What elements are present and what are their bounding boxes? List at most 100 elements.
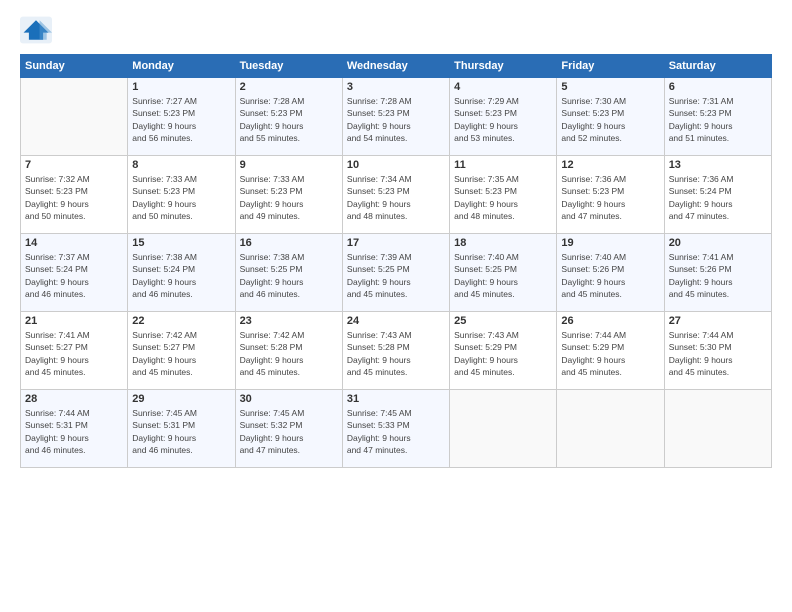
day-number: 25 xyxy=(454,315,552,327)
col-header-friday: Friday xyxy=(557,55,664,78)
day-info: Sunrise: 7:38 AM Sunset: 5:24 PM Dayligh… xyxy=(132,251,230,300)
day-info: Sunrise: 7:42 AM Sunset: 5:27 PM Dayligh… xyxy=(132,329,230,378)
day-info: Sunrise: 7:31 AM Sunset: 5:23 PM Dayligh… xyxy=(669,95,767,144)
cell-5-4: 31 Sunrise: 7:45 AM Sunset: 5:33 PM Dayli… xyxy=(342,390,449,468)
day-info: Sunrise: 7:34 AM Sunset: 5:23 PM Dayligh… xyxy=(347,173,445,222)
day-number: 29 xyxy=(132,393,230,405)
cell-1-2: 1 Sunrise: 7:27 AM Sunset: 5:23 PM Daylig… xyxy=(128,78,235,156)
day-number: 20 xyxy=(669,237,767,249)
day-info: Sunrise: 7:33 AM Sunset: 5:23 PM Dayligh… xyxy=(240,173,338,222)
day-number: 24 xyxy=(347,315,445,327)
cell-5-3: 30 Sunrise: 7:45 AM Sunset: 5:32 PM Dayli… xyxy=(235,390,342,468)
col-header-monday: Monday xyxy=(128,55,235,78)
day-number: 12 xyxy=(561,159,659,171)
header-row: SundayMondayTuesdayWednesdayThursdayFrid… xyxy=(21,55,772,78)
cell-1-4: 3 Sunrise: 7:28 AM Sunset: 5:23 PM Daylig… xyxy=(342,78,449,156)
day-number: 30 xyxy=(240,393,338,405)
cell-2-4: 10 Sunrise: 7:34 AM Sunset: 5:23 PM Dayli… xyxy=(342,156,449,234)
day-info: Sunrise: 7:37 AM Sunset: 5:24 PM Dayligh… xyxy=(25,251,123,300)
cell-4-6: 26 Sunrise: 7:44 AM Sunset: 5:29 PM Dayli… xyxy=(557,312,664,390)
cell-2-5: 11 Sunrise: 7:35 AM Sunset: 5:23 PM Dayli… xyxy=(450,156,557,234)
day-number: 28 xyxy=(25,393,123,405)
week-row-4: 21 Sunrise: 7:41 AM Sunset: 5:27 PM Dayli… xyxy=(21,312,772,390)
logo-icon xyxy=(20,16,52,44)
day-number: 10 xyxy=(347,159,445,171)
cell-2-6: 12 Sunrise: 7:36 AM Sunset: 5:23 PM Dayli… xyxy=(557,156,664,234)
day-number: 1 xyxy=(132,81,230,93)
day-info: Sunrise: 7:44 AM Sunset: 5:30 PM Dayligh… xyxy=(669,329,767,378)
day-info: Sunrise: 7:35 AM Sunset: 5:23 PM Dayligh… xyxy=(454,173,552,222)
day-info: Sunrise: 7:44 AM Sunset: 5:29 PM Dayligh… xyxy=(561,329,659,378)
cell-5-5 xyxy=(450,390,557,468)
cell-4-4: 24 Sunrise: 7:43 AM Sunset: 5:28 PM Dayli… xyxy=(342,312,449,390)
day-number: 2 xyxy=(240,81,338,93)
day-number: 4 xyxy=(454,81,552,93)
day-number: 22 xyxy=(132,315,230,327)
day-info: Sunrise: 7:44 AM Sunset: 5:31 PM Dayligh… xyxy=(25,407,123,456)
day-number: 21 xyxy=(25,315,123,327)
day-info: Sunrise: 7:36 AM Sunset: 5:23 PM Dayligh… xyxy=(561,173,659,222)
page: SundayMondayTuesdayWednesdayThursdayFrid… xyxy=(0,0,792,612)
day-number: 14 xyxy=(25,237,123,249)
col-header-saturday: Saturday xyxy=(664,55,771,78)
day-info: Sunrise: 7:45 AM Sunset: 5:32 PM Dayligh… xyxy=(240,407,338,456)
cell-3-1: 14 Sunrise: 7:37 AM Sunset: 5:24 PM Dayli… xyxy=(21,234,128,312)
cell-4-5: 25 Sunrise: 7:43 AM Sunset: 5:29 PM Dayli… xyxy=(450,312,557,390)
day-info: Sunrise: 7:28 AM Sunset: 5:23 PM Dayligh… xyxy=(240,95,338,144)
day-number: 7 xyxy=(25,159,123,171)
day-number: 9 xyxy=(240,159,338,171)
week-row-1: 1 Sunrise: 7:27 AM Sunset: 5:23 PM Daylig… xyxy=(21,78,772,156)
day-info: Sunrise: 7:42 AM Sunset: 5:28 PM Dayligh… xyxy=(240,329,338,378)
day-number: 26 xyxy=(561,315,659,327)
cell-5-7 xyxy=(664,390,771,468)
day-info: Sunrise: 7:29 AM Sunset: 5:23 PM Dayligh… xyxy=(454,95,552,144)
week-row-2: 7 Sunrise: 7:32 AM Sunset: 5:23 PM Daylig… xyxy=(21,156,772,234)
day-number: 19 xyxy=(561,237,659,249)
cell-2-1: 7 Sunrise: 7:32 AM Sunset: 5:23 PM Daylig… xyxy=(21,156,128,234)
calendar-table: SundayMondayTuesdayWednesdayThursdayFrid… xyxy=(20,54,772,468)
cell-3-4: 17Sunrise: 7:39 AM Sunset: 5:25 PM Dayli… xyxy=(342,234,449,312)
day-info: Sunrise: 7:45 AM Sunset: 5:33 PM Dayligh… xyxy=(347,407,445,456)
day-number: 11 xyxy=(454,159,552,171)
cell-5-2: 29 Sunrise: 7:45 AM Sunset: 5:31 PM Dayli… xyxy=(128,390,235,468)
day-info: Sunrise: 7:28 AM Sunset: 5:23 PM Dayligh… xyxy=(347,95,445,144)
header xyxy=(20,16,772,44)
cell-3-7: 20 Sunrise: 7:41 AM Sunset: 5:26 PM Dayli… xyxy=(664,234,771,312)
day-info: Sunrise: 7:43 AM Sunset: 5:28 PM Dayligh… xyxy=(347,329,445,378)
day-info: Sunrise: 7:33 AM Sunset: 5:23 PM Dayligh… xyxy=(132,173,230,222)
cell-4-3: 23 Sunrise: 7:42 AM Sunset: 5:28 PM Dayli… xyxy=(235,312,342,390)
cell-4-7: 27 Sunrise: 7:44 AM Sunset: 5:30 PM Dayli… xyxy=(664,312,771,390)
cell-5-1: 28 Sunrise: 7:44 AM Sunset: 5:31 PM Dayli… xyxy=(21,390,128,468)
cell-4-1: 21 Sunrise: 7:41 AM Sunset: 5:27 PM Dayli… xyxy=(21,312,128,390)
day-info: Sunrise: 7:39 AM Sunset: 5:25 PM Dayligh… xyxy=(347,251,445,300)
day-number: 27 xyxy=(669,315,767,327)
cell-5-6 xyxy=(557,390,664,468)
day-number: 15 xyxy=(132,237,230,249)
cell-1-7: 6 Sunrise: 7:31 AM Sunset: 5:23 PM Daylig… xyxy=(664,78,771,156)
day-info: Sunrise: 7:30 AM Sunset: 5:23 PM Dayligh… xyxy=(561,95,659,144)
day-info: Sunrise: 7:40 AM Sunset: 5:25 PM Dayligh… xyxy=(454,251,552,300)
cell-1-1 xyxy=(21,78,128,156)
day-info: Sunrise: 7:41 AM Sunset: 5:27 PM Dayligh… xyxy=(25,329,123,378)
day-number: 6 xyxy=(669,81,767,93)
col-header-sunday: Sunday xyxy=(21,55,128,78)
day-info: Sunrise: 7:36 AM Sunset: 5:24 PM Dayligh… xyxy=(669,173,767,222)
day-info: Sunrise: 7:27 AM Sunset: 5:23 PM Dayligh… xyxy=(132,95,230,144)
day-info: Sunrise: 7:38 AM Sunset: 5:25 PM Dayligh… xyxy=(240,251,338,300)
day-info: Sunrise: 7:43 AM Sunset: 5:29 PM Dayligh… xyxy=(454,329,552,378)
day-number: 23 xyxy=(240,315,338,327)
week-row-5: 28 Sunrise: 7:44 AM Sunset: 5:31 PM Dayli… xyxy=(21,390,772,468)
day-info: Sunrise: 7:32 AM Sunset: 5:23 PM Dayligh… xyxy=(25,173,123,222)
cell-2-2: 8 Sunrise: 7:33 AM Sunset: 5:23 PM Daylig… xyxy=(128,156,235,234)
col-header-wednesday: Wednesday xyxy=(342,55,449,78)
day-number: 5 xyxy=(561,81,659,93)
day-number: 31 xyxy=(347,393,445,405)
col-header-tuesday: Tuesday xyxy=(235,55,342,78)
day-number: 3 xyxy=(347,81,445,93)
day-number: 8 xyxy=(132,159,230,171)
day-info: Sunrise: 7:41 AM Sunset: 5:26 PM Dayligh… xyxy=(669,251,767,300)
cell-3-3: 16Sunrise: 7:38 AM Sunset: 5:25 PM Dayli… xyxy=(235,234,342,312)
cell-2-3: 9 Sunrise: 7:33 AM Sunset: 5:23 PM Daylig… xyxy=(235,156,342,234)
col-header-thursday: Thursday xyxy=(450,55,557,78)
day-info: Sunrise: 7:45 AM Sunset: 5:31 PM Dayligh… xyxy=(132,407,230,456)
